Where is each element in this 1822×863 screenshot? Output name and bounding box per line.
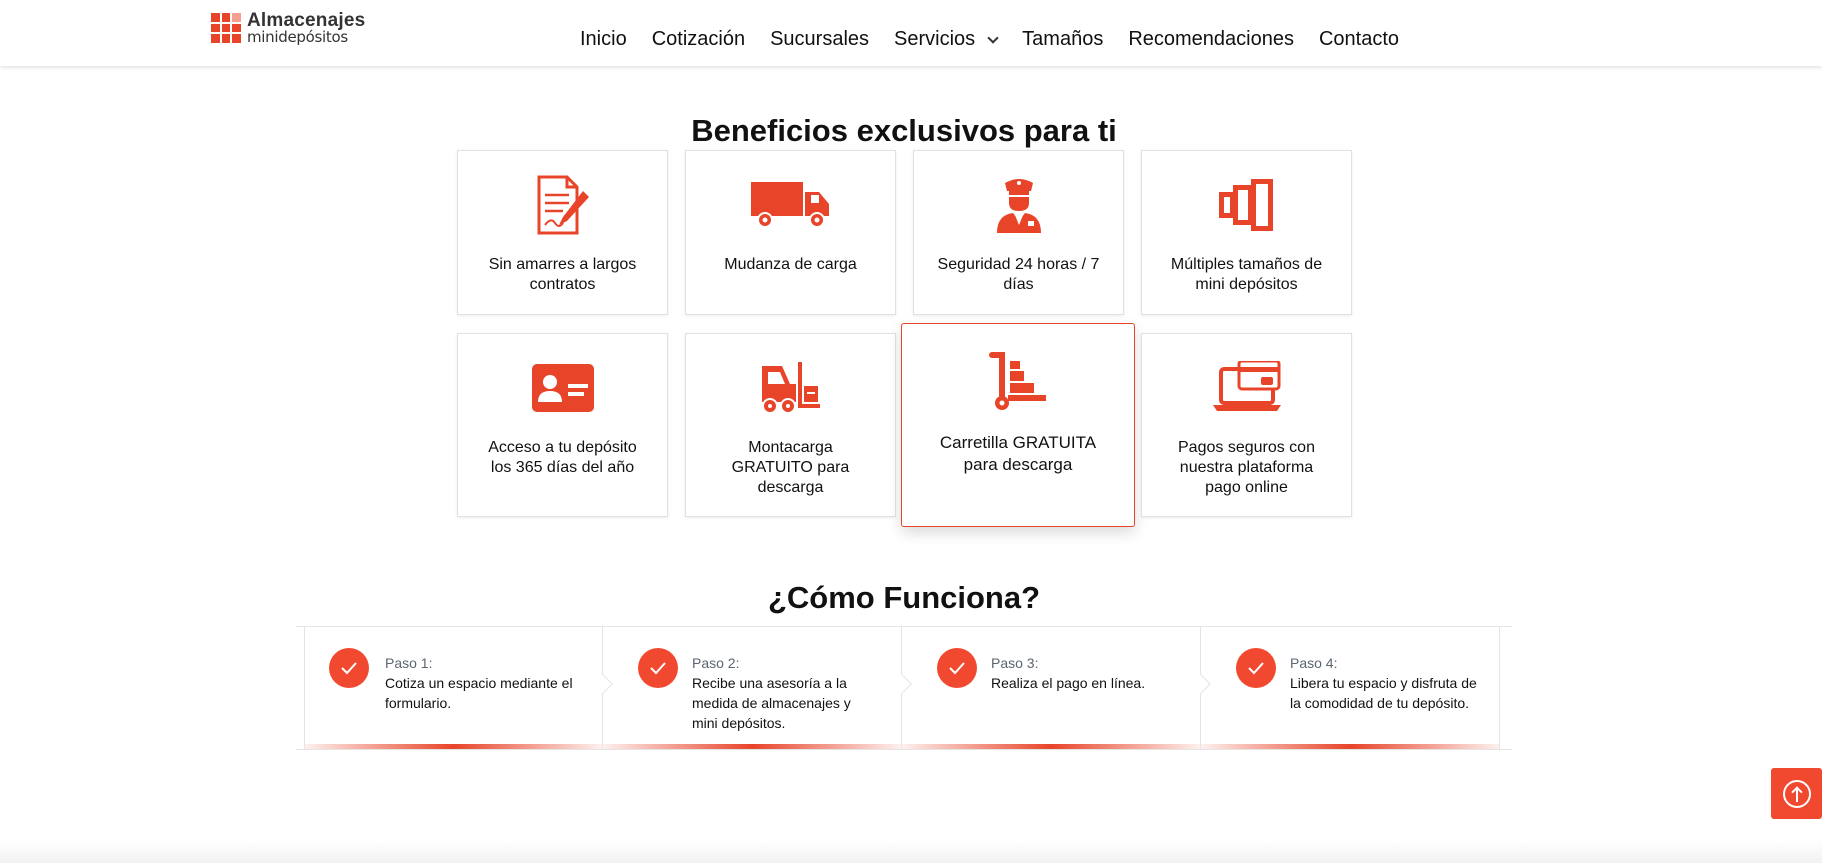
nav-contacto[interactable]: Contacto — [1319, 28, 1399, 51]
step-description: Libera tu espacio y disfruta de la comod… — [1290, 675, 1477, 711]
brand-logo[interactable]: Almacenajes minidepósitos — [211, 11, 365, 45]
logo-mark-icon — [211, 13, 241, 43]
step-item: Paso 2: Recibe una asesoría a la medida … — [603, 627, 902, 749]
step-description: Recibe una asesoría a la medida de almac… — [692, 675, 851, 731]
benefit-card[interactable]: Múltiples tamaños de mini depósitos — [1141, 150, 1352, 315]
site-header: Almacenajes minidepósitos Inicio Cotizac… — [0, 0, 1822, 66]
hand-truck-icon — [988, 342, 1048, 422]
chevron-down-icon — [987, 31, 999, 44]
nav-tamanos[interactable]: Tamaños — [1022, 28, 1103, 51]
check-icon — [638, 648, 678, 688]
nav-inicio[interactable]: Inicio — [580, 28, 627, 51]
benefit-card[interactable]: Mudanza de carga — [685, 150, 896, 315]
benefit-label: Múltiples tamaños de mini depósitos — [1170, 256, 1323, 293]
benefit-label: Seguridad 24 horas / 7 días — [937, 256, 1100, 293]
benefit-label: Sin amarres a largos contratos — [488, 256, 637, 293]
benefit-label: Mudanza de carga — [724, 256, 857, 273]
nav-cotizacion[interactable]: Cotización — [652, 28, 745, 51]
step-item: Paso 4: Libera tu espacio y disfruta de … — [1201, 627, 1500, 749]
step-description: Realiza el pago en línea. — [991, 675, 1146, 691]
step-label: Paso 1: — [385, 655, 433, 671]
benefit-label: Montacarga GRATUITO para descarga — [731, 439, 850, 496]
id-card-icon — [531, 348, 594, 428]
nav-servicios[interactable]: Servicios — [894, 28, 999, 51]
nav-servicios-label: Servicios — [894, 28, 976, 50]
truck-icon — [750, 165, 831, 245]
benefit-card[interactable]: Montacarga GRATUITO para descarga — [685, 333, 896, 517]
benefit-label: Acceso a tu depósito los 365 días del añ… — [488, 439, 637, 476]
check-icon — [937, 648, 977, 688]
scroll-to-top-button[interactable] — [1771, 768, 1822, 819]
nav-sucursales[interactable]: Sucursales — [770, 28, 869, 51]
benefit-card[interactable]: Seguridad 24 horas / 7 días — [913, 150, 1124, 315]
step-label: Paso 2: — [692, 655, 740, 671]
step-progress-bar — [305, 744, 602, 749]
step-progress-bar — [1201, 744, 1499, 749]
benefit-card[interactable]: Sin amarres a largos contratos — [457, 150, 668, 315]
forklift-icon — [760, 348, 822, 428]
contract-icon — [533, 165, 593, 245]
arrow-up-circle-icon — [1782, 779, 1811, 808]
page: Almacenajes minidepósitos Inicio Cotizac… — [0, 0, 1822, 863]
security-guard-icon — [995, 165, 1043, 245]
brand-subtitle: minidepósitos — [247, 28, 348, 46]
step-description: Cotiza un espacio mediante el formulario… — [385, 675, 573, 711]
benefit-card[interactable]: Acceso a tu depósito los 365 días del añ… — [457, 333, 668, 517]
check-icon — [329, 648, 369, 688]
main-nav: Inicio Cotización Sucursales Servicios T… — [580, 28, 1399, 51]
online-payment-icon — [1212, 348, 1281, 428]
benefits-title: Beneficios exclusivos para ti — [691, 113, 1117, 148]
benefit-card[interactable]: Pagos seguros con nuestra plataforma pag… — [1141, 333, 1352, 517]
step-label: Paso 4: — [1290, 655, 1338, 671]
benefit-label: Pagos seguros con nuestra plataforma pag… — [1178, 439, 1315, 496]
nav-recomendaciones[interactable]: Recomendaciones — [1128, 28, 1294, 51]
step-item: Paso 1: Cotiza un espacio mediante el fo… — [304, 627, 603, 749]
how-it-works-title: ¿Cómo Funciona? — [767, 580, 1041, 615]
step-label: Paso 3: — [991, 655, 1039, 671]
steps-container: Paso 1: Cotiza un espacio mediante el fo… — [296, 626, 1512, 750]
step-progress-bar — [603, 744, 901, 749]
step-item: Paso 3: Realiza el pago en línea. — [902, 627, 1201, 749]
step-progress-bar — [902, 744, 1200, 749]
check-icon — [1236, 648, 1276, 688]
benefit-card-active[interactable]: Carretilla GRATUITA para descarga — [901, 323, 1135, 527]
storage-sizes-icon — [1218, 165, 1275, 245]
page-bottom-fade — [0, 840, 1822, 863]
benefit-label: Carretilla GRATUITA para descarga — [939, 433, 1097, 474]
